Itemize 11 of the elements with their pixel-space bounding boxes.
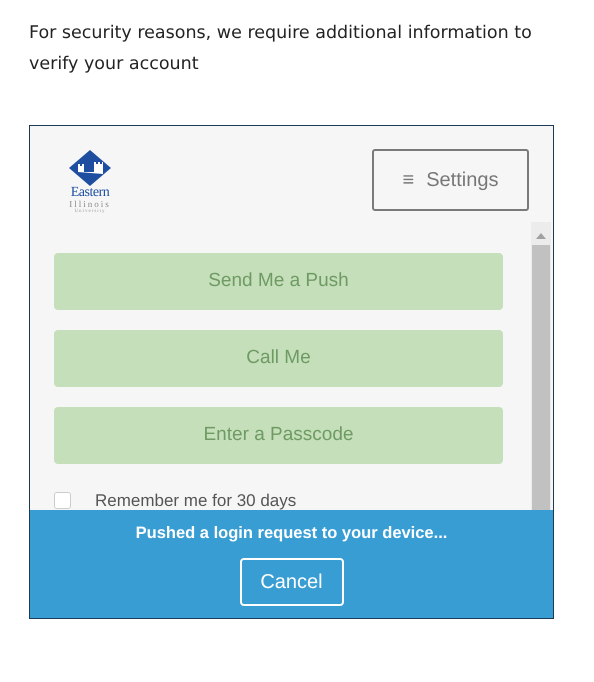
remember-label: Remember me for 30 days: [95, 490, 296, 512]
settings-button[interactable]: ≡ Settings: [372, 149, 529, 211]
logo-text: Eastern: [70, 186, 110, 200]
intro-text: For security reasons, we require additional information to verify your account: [29, 22, 533, 76]
castle-icon: [69, 150, 111, 186]
status-message: Pushed a login request to your device...: [136, 523, 448, 544]
cancel-button[interactable]: Cancel: [240, 558, 344, 606]
scrollbar-thumb[interactable]: [532, 245, 550, 512]
logo-text: Illinois: [69, 200, 111, 209]
remember-checkbox[interactable]: [54, 492, 71, 510]
scroll-up-icon: [536, 233, 546, 239]
